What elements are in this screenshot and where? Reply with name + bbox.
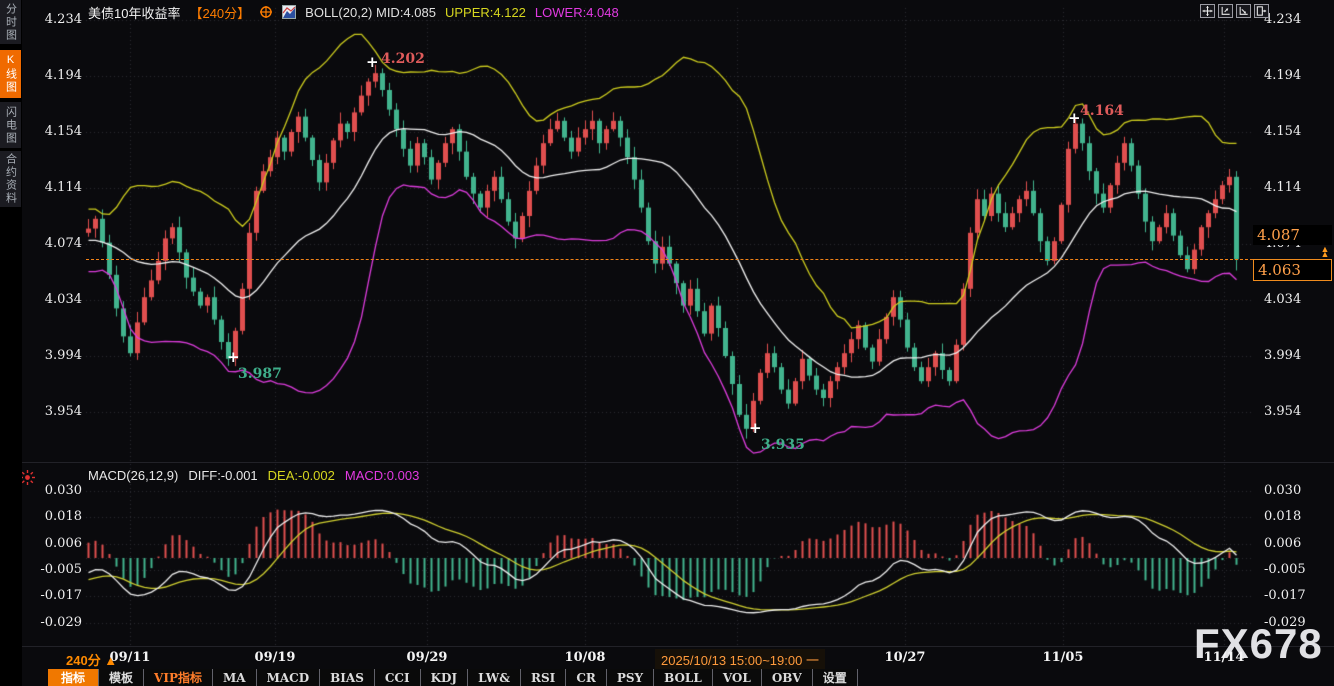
bar-time-tooltip: 2025/10/13 15:00~19:00 一 (655, 649, 825, 670)
pane-shift-icon[interactable] (1254, 4, 1269, 18)
y-tick-label: -0.017 (20, 588, 82, 603)
cross-marker-icon: + (1068, 112, 1080, 124)
indicator-tab-BIAS[interactable]: BIAS (320, 669, 375, 686)
indicator-tab-MACD[interactable]: MACD (257, 669, 321, 686)
macd-header: MACD(26,12,9) DIFF:-0.001 DEA:-0.002 MAC… (88, 468, 419, 483)
y-tick-label: 0.018 (20, 509, 82, 524)
y-tick-label: 3.954 (1264, 404, 1330, 419)
boll-indicator-label: BOLL(20,2) MID:4.085 (305, 5, 436, 20)
macd-diff-label: DIFF:-0.001 (188, 468, 257, 483)
indicator-tab-PSY[interactable]: PSY (607, 669, 654, 686)
sidebar-item-3[interactable]: 闪电图 (0, 102, 21, 148)
y-tick-label: 4.234 (20, 12, 82, 27)
indicator-tab-VIP指标[interactable]: VIP指标 (144, 669, 213, 686)
y-tick-label: 4.194 (1264, 68, 1330, 83)
x-tick-label: 11/14 (1204, 650, 1245, 665)
indicator-tabs: 指标模板VIP指标MAMACDBIASCCIKDJLW&RSICRPSYBOLL… (48, 669, 858, 686)
y-tick-label: 4.154 (1264, 124, 1330, 139)
boll-upper-label: UPPER:4.122 (445, 5, 526, 20)
x-tick-label: 11/05 (1043, 650, 1084, 665)
last-price-dashed-line (86, 259, 1253, 260)
y-tick-label: 4.034 (1264, 292, 1330, 307)
macd-dea-label: DEA:-0.002 (268, 468, 335, 483)
mini-chart-icon[interactable] (282, 5, 296, 19)
cross-marker-icon: + (366, 56, 378, 68)
y-tick-label: 4.154 (20, 124, 82, 139)
cross-marker-icon: + (227, 351, 239, 363)
x-tick-label: 09/29 (407, 650, 448, 665)
y-tick-label: -0.029 (20, 615, 82, 630)
price-annotation: 3.987 (238, 366, 282, 382)
chart-header: 美债10年收益率 【240分】 BOLL(20,2) MID:4.085 UPP… (88, 3, 619, 21)
indicator-tab-OBV[interactable]: OBV (762, 669, 813, 686)
y-tick-label: 4.074 (20, 236, 82, 251)
y-tick-label: 4.114 (20, 180, 82, 195)
y-tick-label: 3.994 (1264, 348, 1330, 363)
x-tick-label: 09/19 (255, 650, 296, 665)
cross-marker-icon: + (749, 422, 761, 434)
candlestick-chart-canvas[interactable] (0, 0, 1334, 686)
indicator-tab-VOL[interactable]: VOL (713, 669, 762, 686)
y-tick-label: 4.194 (20, 68, 82, 83)
sidebar-item-2[interactable]: K线图 (0, 50, 21, 98)
y-tick-label: 4.034 (20, 292, 82, 307)
sidebar: 分时图 K线图闪电图合约资料 (0, 0, 22, 686)
y-tick-label: -0.017 (1264, 588, 1330, 603)
price-annotation: 4.202 (381, 51, 425, 67)
y-tick-label: 0.006 (20, 536, 82, 551)
indicator-tab-设置[interactable]: 设置 (813, 669, 858, 686)
symbol-title: 美债10年收益率 (88, 3, 180, 22)
period-selector[interactable]: 240分 ▲ (66, 650, 117, 669)
axis-zoom-y-icon[interactable] (1218, 4, 1233, 18)
y-tick-label: 0.006 (1264, 536, 1330, 551)
mid-price-label: 4.087 (1253, 225, 1332, 245)
y-tick-label: 3.994 (20, 348, 82, 363)
indicator-tab-模板[interactable]: 模板 (99, 669, 144, 686)
macd-hist-label: MACD:0.003 (345, 468, 419, 483)
boll-lower-label: LOWER:4.048 (535, 5, 619, 20)
period-tag[interactable]: 【240分】 (189, 3, 250, 22)
indicator-tab-MA[interactable]: MA (213, 669, 257, 686)
indicator-tab-LW&[interactable]: LW& (468, 669, 521, 686)
last-price-label: 4.063 (1253, 259, 1332, 281)
y-tick-label: 4.234 (1264, 12, 1330, 27)
indicator-tab-CCI[interactable]: CCI (375, 669, 421, 686)
panel-divider (22, 462, 1334, 463)
y-tick-label: -0.029 (1264, 615, 1330, 630)
sidebar-item-4[interactable]: 合约资料 (0, 151, 21, 207)
price-up-arrows-icon: ▲▲ (1318, 247, 1332, 257)
y-tick-label: 0.018 (1264, 509, 1330, 524)
macd-name-label: MACD(26,12,9) (88, 468, 178, 483)
price-annotation: 4.164 (1080, 103, 1124, 119)
crosshair-circle-icon[interactable] (259, 5, 273, 19)
pan-crosshair-icon[interactable] (1200, 4, 1215, 18)
axis-zoom-x-icon[interactable] (1236, 4, 1251, 18)
y-tick-label: -0.005 (20, 562, 82, 577)
xaxis-divider (22, 646, 1334, 647)
y-tick-label: 4.114 (1264, 180, 1330, 195)
kline-app: 分时图 K线图闪电图合约资料 美债10年收益率 【240分】 BOLL(20,2)… (0, 0, 1334, 686)
y-tick-label: 3.954 (20, 404, 82, 419)
window-toolbar (1200, 4, 1269, 18)
sidebar-item-1[interactable]: 分时图 (0, 0, 21, 44)
indicator-tab-指标[interactable]: 指标 (48, 669, 99, 686)
indicator-tab-CR[interactable]: CR (566, 669, 607, 686)
y-tick-label: -0.005 (1264, 562, 1330, 577)
indicator-tab-BOLL[interactable]: BOLL (654, 669, 713, 686)
x-tick-label: 10/08 (565, 650, 606, 665)
y-tick-label: 0.030 (1264, 483, 1330, 498)
indicator-tab-RSI[interactable]: RSI (521, 669, 566, 686)
price-annotation: 3.935 (761, 437, 805, 453)
x-tick-label: 10/27 (885, 650, 926, 665)
indicator-tab-KDJ[interactable]: KDJ (421, 669, 469, 686)
